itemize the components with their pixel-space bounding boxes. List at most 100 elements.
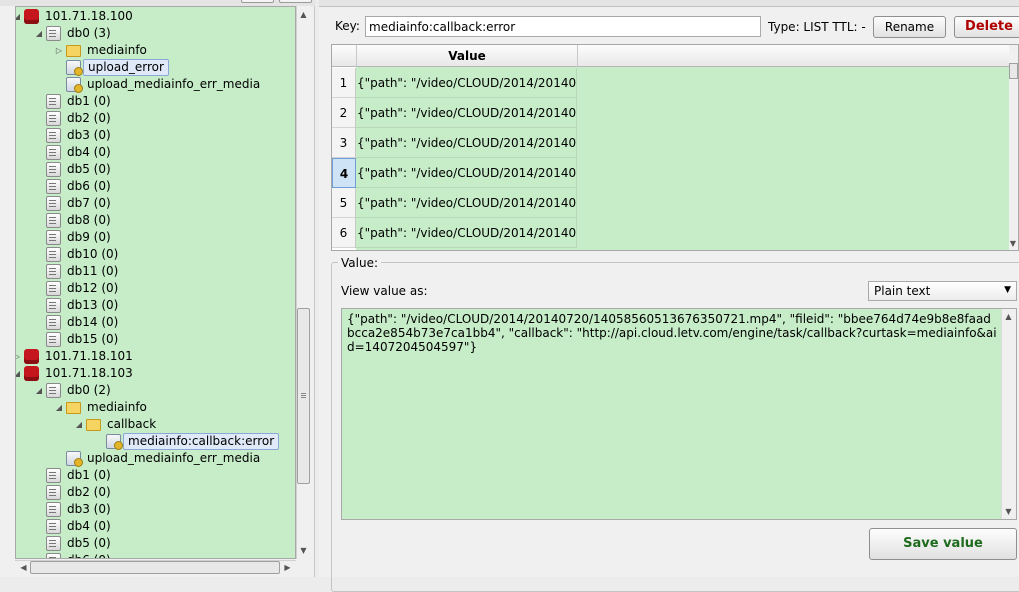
database-icon [46, 519, 61, 534]
tree-node-db[interactable]: db14 (0) [16, 314, 295, 331]
key-icon [106, 434, 123, 450]
folder-icon [66, 45, 81, 57]
tree-node-label: callback [107, 417, 157, 431]
expanded-arrow-icon[interactable]: ◢ [34, 25, 44, 42]
row-number[interactable]: 4 [332, 158, 356, 188]
tree-node-db[interactable]: db11 (0) [16, 263, 295, 280]
tree-node-db[interactable]: ◢ db0 (2) [16, 382, 295, 399]
tree-node-db[interactable]: ◢ db0 (3) [16, 25, 295, 42]
tree-node-db[interactable]: db5 (0) [16, 535, 295, 552]
row-number[interactable]: 6 [332, 218, 356, 248]
tree-node-label: db11 (0) [67, 264, 119, 278]
connections-tree[interactable]: ◢101.71.18.100◢db0 (3)▷mediainfoupload_e… [15, 6, 296, 559]
tree-node-label: db6 (0) [67, 179, 111, 193]
tree-node-key[interactable]: upload_mediainfo_err_media [16, 450, 295, 467]
delete-button[interactable]: Delete [954, 16, 1019, 38]
tree-node-db[interactable]: db6 (0) [16, 178, 295, 195]
collapsed-arrow-icon[interactable]: ▷ [16, 348, 22, 365]
tree-node-db[interactable]: db10 (0) [16, 246, 295, 263]
tree-toolbar-button[interactable] [279, 0, 312, 3]
key-name-input[interactable] [365, 16, 761, 37]
tree-node-db[interactable]: db8 (0) [16, 212, 295, 229]
view-mode-select[interactable]: Plain text ▼ [868, 281, 1017, 301]
tree-node-db[interactable]: db6 (0) [16, 552, 295, 558]
expanded-arrow-icon[interactable]: ◢ [16, 365, 22, 382]
value-vertical-scrollbar[interactable]: ▲ ▼ [1001, 309, 1016, 519]
rename-button[interactable]: Rename [873, 16, 946, 38]
database-icon [46, 298, 61, 313]
tree-node-db[interactable]: db1 (0) [16, 93, 295, 110]
tree-node-label: 101.71.18.100 [45, 9, 133, 23]
tree-node-db[interactable]: db12 (0) [16, 280, 295, 297]
database-icon [46, 94, 61, 109]
tree-node-label: 101.71.18.101 [45, 349, 133, 363]
tree-node-label: db5 (0) [67, 536, 111, 550]
tree-node-key[interactable]: mediainfo:callback:error [16, 433, 295, 450]
row-number[interactable]: 1 [332, 68, 356, 98]
scroll-up-icon[interactable]: ▲ [1002, 310, 1015, 323]
tree-node-server[interactable]: ◢ 101.71.18.100 [16, 8, 295, 25]
tree-node-folder[interactable]: ◢ mediainfo [16, 399, 295, 416]
row-number[interactable]: 3 [332, 128, 356, 158]
value-column-header[interactable]: Value [356, 45, 578, 67]
tree-node-db[interactable]: db1 (0) [16, 467, 295, 484]
expanded-arrow-icon[interactable]: ◢ [34, 382, 44, 399]
row-number[interactable]: 5 [332, 188, 356, 218]
tree-node-label: db5 (0) [67, 162, 111, 176]
tree-node-folder[interactable]: ◢ callback [16, 416, 295, 433]
tree-node-folder[interactable]: ▷ mediainfo [16, 42, 295, 59]
list-values-table[interactable]: Value 1 {"path": "/video/CLOUD/2014/20140… [331, 44, 1019, 251]
scroll-down-icon[interactable]: ▼ [1002, 505, 1015, 518]
tree-hscroll-thumb[interactable] [30, 561, 280, 574]
collapsed-arrow-icon[interactable]: ▷ [54, 42, 64, 59]
table-row-value[interactable]: {"path": "/video/CLOUD/2014/20140713 [356, 188, 577, 218]
tree-node-server[interactable]: ◢ 101.71.18.103 [16, 365, 295, 382]
table-row-value[interactable]: {"path": "/video/CLOUD/2014/20140706 [356, 98, 577, 128]
tree-toolbar-button[interactable] [241, 0, 274, 3]
tree-scroll-thumb[interactable] [297, 308, 310, 484]
database-icon [46, 553, 61, 558]
tree-node-label: mediainfo:callback:error [123, 433, 280, 450]
expanded-arrow-icon[interactable]: ◢ [74, 416, 84, 433]
table-row-value[interactable]: {"path": "/video/CLOUD/2014/20140724 [356, 218, 577, 248]
tree-node-label: db6 (0) [67, 552, 111, 558]
tree-node-db[interactable]: db9 (0) [16, 229, 295, 246]
tree-node-db[interactable]: db7 (0) [16, 195, 295, 212]
tree-node-db[interactable]: db4 (0) [16, 144, 295, 161]
database-icon [46, 26, 61, 41]
save-value-button[interactable]: Save value [869, 528, 1017, 560]
value-editor[interactable]: {"path": "/video/CLOUD/2014/20140720/140… [341, 308, 1017, 520]
table-row-value[interactable]: {"path": "/video/CLOUD/2014/20140720 [356, 158, 577, 188]
table-row-value[interactable]: {"path": "/video/CLOUD/2014/20140720 [356, 128, 577, 158]
database-icon [46, 383, 61, 398]
tree-node-label: db3 (0) [67, 502, 111, 516]
tree-node-db[interactable]: db15 (0) [16, 331, 295, 348]
database-icon [46, 315, 61, 330]
tree-node-db[interactable]: db4 (0) [16, 518, 295, 535]
tree-node-key[interactable]: upload_mediainfo_err_media [16, 76, 295, 93]
scroll-up-icon[interactable]: ▲ [297, 8, 310, 21]
expanded-arrow-icon[interactable]: ◢ [54, 399, 64, 416]
database-icon [46, 485, 61, 500]
tree-node-label: db1 (0) [67, 468, 111, 482]
tree-node-db[interactable]: db5 (0) [16, 161, 295, 178]
tree-node-key[interactable]: upload_error [16, 59, 295, 76]
tree-node-server[interactable]: ▷ 101.71.18.101 [16, 348, 295, 365]
tree-node-db[interactable]: db2 (0) [16, 484, 295, 501]
tree-node-db[interactable]: db3 (0) [16, 127, 295, 144]
table-row-value[interactable]: {"path": "/video/CLOUD/2014/20140706 [356, 68, 577, 98]
scroll-down-icon[interactable]: ▼ [297, 544, 310, 557]
row-number[interactable]: 2 [332, 98, 356, 128]
expanded-arrow-icon[interactable]: ◢ [16, 8, 22, 25]
table-vertical-scrollbar[interactable]: ▼ [1007, 45, 1018, 250]
tree-node-label: db1 (0) [67, 94, 111, 108]
tree-node-label: db2 (0) [67, 111, 111, 125]
database-icon [46, 281, 61, 296]
tree-node-db[interactable]: db13 (0) [16, 297, 295, 314]
tree-node-db[interactable]: db3 (0) [16, 501, 295, 518]
tree-node-label: upload_error [83, 59, 169, 76]
scroll-down-icon[interactable]: ▼ [1007, 237, 1018, 250]
tree-node-db[interactable]: db2 (0) [16, 110, 295, 127]
scroll-left-icon[interactable]: ◀ [17, 561, 30, 574]
scroll-right-icon[interactable]: ▶ [281, 561, 294, 574]
